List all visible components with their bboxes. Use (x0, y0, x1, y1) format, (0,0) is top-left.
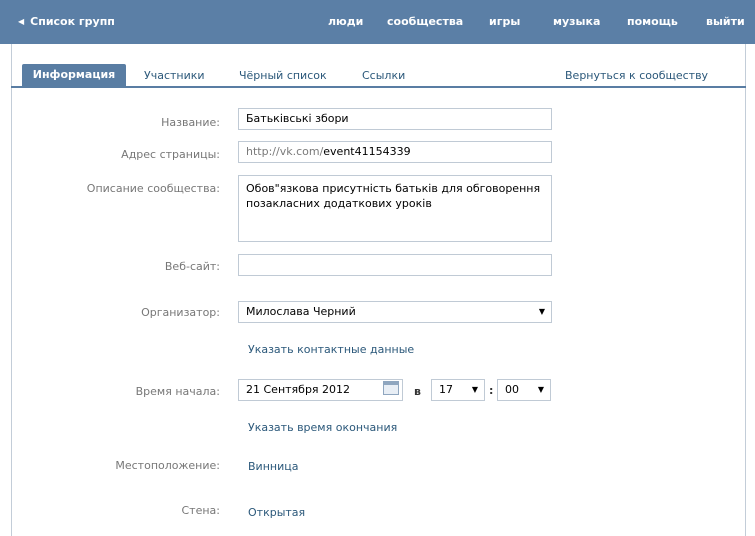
name-label: Название: (161, 116, 220, 129)
nav-games[interactable]: игры (489, 15, 520, 28)
back-label: Список групп (30, 15, 115, 28)
address-prefix: http://vk.com/ (246, 145, 324, 158)
organizer-label: Организатор: (141, 306, 220, 319)
start-minute-select[interactable]: 00 ▼ (497, 379, 551, 401)
address-value: event41154339 (323, 145, 411, 158)
tab-info[interactable]: Информация (22, 64, 126, 86)
chevron-left-icon: ◀ (18, 17, 25, 26)
organizer-value: Милослава Черний (246, 305, 356, 318)
tabs-underline (11, 86, 746, 88)
nav-music[interactable]: музыка (553, 15, 600, 28)
end-time-link[interactable]: Указать время окончания (248, 421, 397, 434)
chevron-down-icon: ▼ (537, 385, 544, 394)
tab-links[interactable]: Ссылки (362, 66, 405, 86)
start-hour-value: 17 (439, 383, 453, 396)
calendar-icon[interactable] (383, 381, 399, 395)
address-field[interactable]: http://vk.com/event41154339 (238, 141, 552, 163)
location-label: Местоположение: (115, 459, 220, 472)
description-label: Описание сообщества: (86, 182, 220, 195)
website-label: Веб-сайт: (164, 260, 220, 273)
nav-help[interactable]: помощь (627, 15, 678, 28)
name-field[interactable]: Батьківські збори (238, 108, 552, 130)
time-colon: : (489, 384, 494, 397)
chevron-down-icon: ▼ (471, 385, 478, 394)
return-to-community-link[interactable]: Вернуться к сообществу (565, 66, 708, 86)
organizer-select[interactable]: Милослава Черний ▼ (238, 301, 552, 323)
wall-value[interactable]: Открытая (248, 506, 305, 519)
at-label: в (414, 385, 421, 398)
address-label: Адрес страницы: (121, 148, 220, 161)
start-date-field[interactable]: 21 Сентября 2012 (238, 379, 403, 401)
start-hour-select[interactable]: 17 ▼ (431, 379, 485, 401)
back-to-groups-link[interactable]: ◀ Список групп (18, 15, 115, 28)
nav-communities[interactable]: сообщества (387, 15, 463, 28)
wall-label: Стена: (181, 504, 221, 517)
start-time-label: Время начала: (135, 385, 220, 398)
tab-members[interactable]: Участники (144, 66, 205, 86)
tab-blacklist[interactable]: Чёрный список (239, 66, 327, 86)
location-value[interactable]: Винница (248, 460, 298, 473)
contact-details-link[interactable]: Указать контактные данные (248, 343, 414, 356)
chevron-down-icon: ▼ (538, 307, 545, 316)
start-minute-value: 00 (505, 383, 519, 396)
nav-people[interactable]: люди (328, 15, 363, 28)
top-bar: ◀ Список групп люди сообщества игры музык… (0, 0, 755, 44)
website-field[interactable] (238, 254, 552, 276)
description-textarea[interactable]: Обов"язкова присутність батьків для обго… (238, 175, 552, 242)
nav-logout[interactable]: выйти (706, 15, 745, 28)
